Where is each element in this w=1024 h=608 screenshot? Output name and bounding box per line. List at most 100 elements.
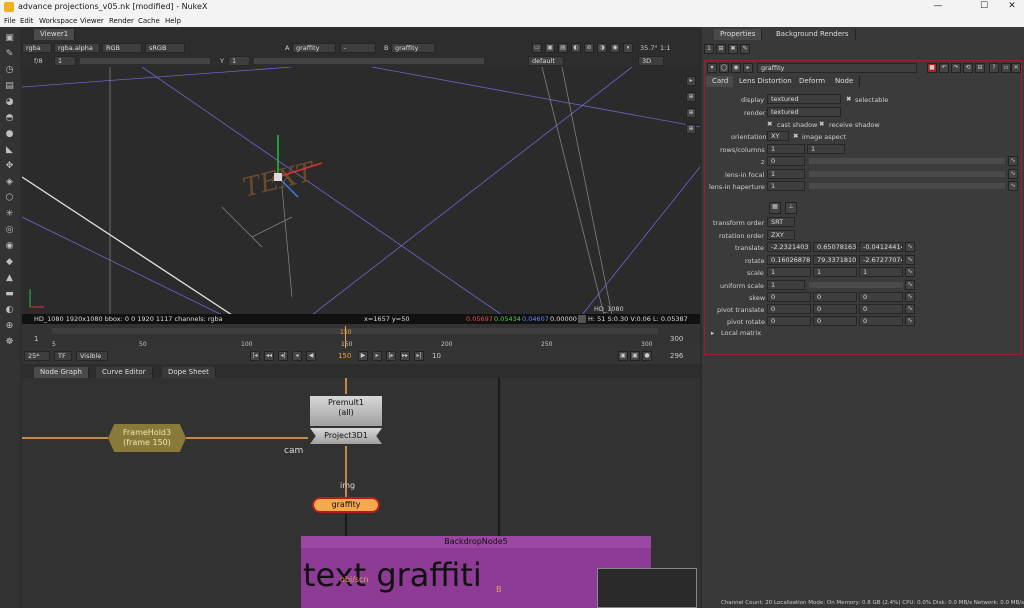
lens-haperture-field[interactable]: 1	[767, 181, 805, 191]
cast-shadow-checkbox[interactable]: ✖	[767, 120, 772, 128]
pivot-rotate-x[interactable]: 0	[767, 316, 811, 326]
tab-node[interactable]: Node	[829, 76, 861, 87]
float-panel-icon[interactable]: ▫	[1001, 63, 1011, 73]
particles-icon[interactable]: ◎	[4, 225, 15, 236]
pivot-rotate-y[interactable]: 0	[813, 316, 857, 326]
node-graph[interactable]: Premult1 (all) Project3D1 FrameHold3 (fr…	[22, 378, 700, 608]
scale-anim-icon[interactable]: ∿	[905, 267, 915, 277]
node-framehold3[interactable]: FrameHold3 (frame 150)	[108, 424, 186, 452]
name-icon[interactable]: ◉	[731, 63, 741, 73]
menu-help[interactable]: Help	[165, 17, 181, 25]
pin-icon[interactable]: ✎	[740, 44, 750, 54]
viewer-side-button-4[interactable]: ⊕	[686, 124, 696, 134]
viewer-mode-dropdown[interactable]: default	[528, 56, 564, 66]
tab-dope-sheet[interactable]: Dope Sheet	[162, 367, 216, 378]
ocula-icon[interactable]: ◐	[4, 305, 15, 316]
skew-z[interactable]: 0	[859, 292, 903, 302]
transform-order-dropdown[interactable]: SRT	[767, 217, 795, 227]
snap-icon[interactable]: ⊥	[785, 202, 797, 214]
merge-mode-dropdown[interactable]: -	[340, 43, 376, 53]
menu-render[interactable]: Render	[109, 17, 134, 25]
orientation-dropdown[interactable]: XY	[767, 131, 789, 141]
node-name-field[interactable]: graffity	[757, 63, 917, 73]
image-aspect-checkbox[interactable]: ✖	[793, 132, 798, 140]
step-back-icon[interactable]: ◂	[292, 351, 302, 361]
maximize-button[interactable]: ☐	[972, 0, 996, 14]
node-project3d1[interactable]: Project3D1	[310, 428, 382, 444]
uniform-scale-field[interactable]: 1	[767, 280, 805, 290]
close-button[interactable]: ✕	[1000, 0, 1024, 14]
keyer-icon[interactable]: ●	[4, 129, 15, 140]
plugins-icon[interactable]: ☸	[4, 337, 15, 348]
input-b-dropdown[interactable]: graffity	[391, 43, 435, 53]
close-panel-icon[interactable]: ✕	[1011, 63, 1021, 73]
scale-x[interactable]: 1	[767, 267, 811, 277]
pivot-translate-x[interactable]: 0	[767, 304, 811, 314]
next-key-icon[interactable]: ▸▸	[400, 351, 410, 361]
render-dropdown[interactable]: textured	[767, 107, 841, 117]
lens-haperture-slider[interactable]	[809, 183, 1005, 189]
rotate-y[interactable]: 79.3371810!	[813, 255, 857, 265]
last-frame-icon[interactable]: ▸|	[414, 351, 424, 361]
pivot-translate-z[interactable]: 0	[859, 304, 903, 314]
scale-z[interactable]: 1	[859, 267, 903, 277]
color-icon[interactable]: ◕	[4, 97, 15, 108]
viewer-side-button-3[interactable]: ⊕	[686, 108, 696, 118]
channels-dropdown[interactable]: rgba	[22, 43, 52, 53]
lens-focal-slider[interactable]	[809, 171, 1005, 177]
tab-curve-editor[interactable]: Curve Editor	[96, 367, 153, 378]
clip-icon[interactable]: ▣	[545, 43, 555, 53]
local-matrix-expander-icon[interactable]: ▸	[711, 329, 714, 337]
help-icon[interactable]: ?	[989, 63, 999, 73]
display-dropdown[interactable]: textured	[767, 94, 841, 104]
wipe-icon[interactable]: ◑	[597, 43, 607, 53]
pivot-translate-y[interactable]: 0	[813, 304, 857, 314]
time-icon[interactable]: ◷	[4, 65, 15, 76]
3d-icon[interactable]: ◈	[4, 177, 15, 188]
current-frame[interactable]: 150	[338, 352, 351, 360]
translate-y[interactable]: 0.65078163	[813, 242, 857, 252]
prev-frame-icon[interactable]: ◂|	[278, 351, 288, 361]
view-mode-dropdown[interactable]: 3D	[638, 56, 664, 66]
lens-focal-field[interactable]: 1	[767, 169, 805, 179]
rows-field[interactable]: 1	[767, 144, 805, 154]
first-frame-icon[interactable]: |◂	[250, 351, 260, 361]
translate-z[interactable]: -0.04124414	[859, 242, 903, 252]
frame-field[interactable]: 1	[54, 56, 76, 66]
lens-haperture-anim-icon[interactable]: ∿	[1008, 181, 1018, 191]
step-forward-icon[interactable]: ▸	[372, 351, 382, 361]
uniform-scale-slider[interactable]	[809, 282, 903, 288]
viewer-canvas[interactable]: TEXT HD_1080	[22, 67, 700, 315]
node-color-icon[interactable]: ■	[927, 63, 937, 73]
metadata-icon[interactable]: ✳	[4, 209, 15, 220]
z-anim-icon[interactable]: ∿	[1008, 156, 1018, 166]
transform-icon[interactable]: ✥	[4, 161, 15, 172]
lock-icon[interactable]: ⊘	[584, 43, 594, 53]
rotation-order-dropdown[interactable]: ZXY	[767, 230, 795, 240]
channel-icon[interactable]: ▤	[4, 81, 15, 92]
timeline-track[interactable]	[52, 328, 658, 334]
increment-value[interactable]: 10	[432, 352, 441, 360]
draw-icon[interactable]: ✎	[4, 49, 15, 60]
play-icon[interactable]: ▶	[358, 351, 368, 361]
fps-field[interactable]: 25*	[24, 351, 50, 361]
roi-icon[interactable]: ▭	[532, 43, 542, 53]
record-icon[interactable]: ●	[642, 351, 652, 361]
next-frame-icon[interactable]: |▸	[386, 351, 396, 361]
uniform-scale-anim-icon[interactable]: ∿	[905, 280, 915, 290]
pivot-translate-anim-icon[interactable]: ∿	[905, 304, 915, 314]
viewer-side-button-1[interactable]: ▸	[686, 76, 696, 86]
undo-icon[interactable]: ↶	[939, 63, 949, 73]
rotate-anim-icon[interactable]: ∿	[905, 255, 915, 265]
menu-edit[interactable]: Edit	[20, 17, 34, 25]
lut-dropdown[interactable]: sRGB	[145, 43, 185, 53]
clear-panels-icon[interactable]: ✖	[728, 44, 738, 54]
gain-slider[interactable]	[80, 58, 210, 64]
range-icon[interactable]: ▣	[630, 351, 640, 361]
revert-icon[interactable]: ⟲	[963, 63, 973, 73]
node-graffity[interactable]: graffity	[312, 497, 380, 513]
skew-x[interactable]: 0	[767, 292, 811, 302]
other-icon[interactable]: ▲	[4, 273, 15, 284]
z-slider[interactable]	[809, 158, 1005, 164]
tab-card[interactable]: Card	[706, 76, 736, 87]
